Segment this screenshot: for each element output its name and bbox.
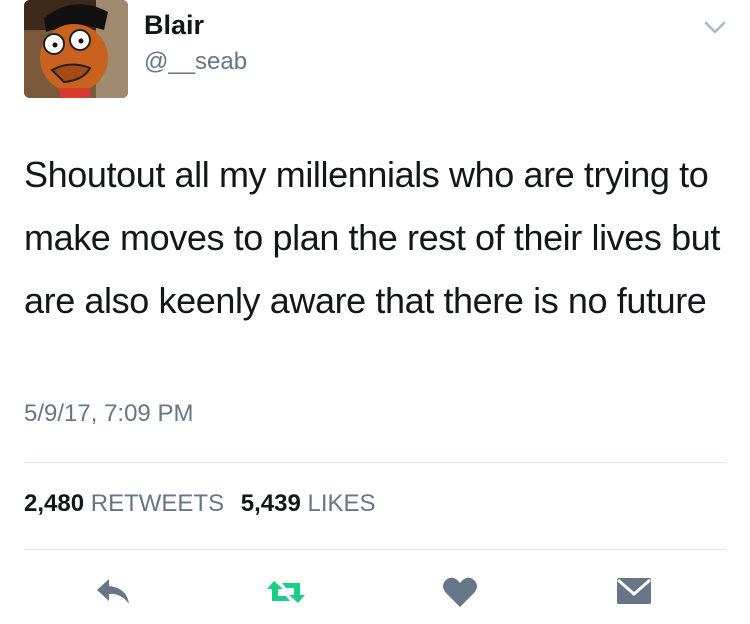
display-name[interactable]: Blair [144,10,204,41]
message-button[interactable] [612,572,656,616]
likes-count[interactable]: 5,439 [241,490,301,517]
tweet-stats: 2,480 RETWEETS 5,439 LIKES [24,490,386,518]
divider [24,549,726,550]
reply-icon [95,577,133,612]
avatar[interactable] [24,0,128,98]
retweets-count[interactable]: 2,480 [24,490,84,517]
reply-button[interactable] [92,572,136,616]
chevron-down-icon[interactable] [700,18,730,38]
heart-icon [442,576,478,613]
retweets-label[interactable]: RETWEETS [91,490,224,517]
divider [24,462,726,463]
user-handle[interactable]: @__seab [144,48,247,76]
retweet-button[interactable] [264,572,308,616]
tweet-timestamp[interactable]: 5/9/17, 7:09 PM [24,400,193,428]
envelope-icon [615,576,653,613]
like-button[interactable] [438,572,482,616]
likes-label[interactable]: LIKES [307,490,375,517]
tweet-text: Shoutout all my millennials who are tryi… [24,154,720,321]
retweet-icon [264,577,308,612]
